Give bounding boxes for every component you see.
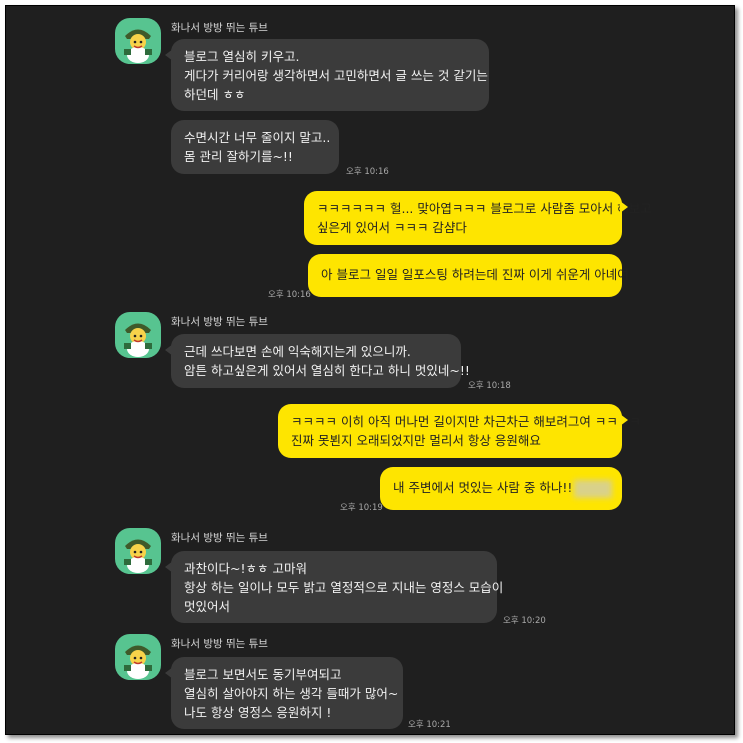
profile-avatar[interactable] [115,634,161,680]
message-line: 블로그 열심히 키우고. [184,49,300,64]
message-time: 오후 10:16 [346,167,389,177]
message-line: 열심히 살아야지 하는 생각 들때가 많어~ [184,686,399,701]
message-bubble-incoming[interactable]: 근데 쓰다보면 손에 익숙해지는게 있으니까. 암튼 하고싶은게 있어서 열심히… [165,334,470,388]
message-line: ㅋㅋㅋㅋ 이히 아직 머나먼 길이지만 차근차근 해보려그여 ㅋㅋㅋㅋ [291,414,641,429]
tube-character-icon [124,645,152,679]
profile-avatar[interactable] [115,528,161,574]
message-bubble-outgoing[interactable]: ㅋㅋㅋㅋㅋㅋ 헐... 맞아엽ㅋㅋㅋ 블로그로 사람좀 모아서 해보고 싶은게 … [304,191,652,245]
message-line: 아 블로그 일일 일포스팅 하려는데 진짜 이게 쉬운게 아녜여 [321,267,629,282]
message-line: 수면시간 너무 줄이지 말고.. [184,130,331,145]
message-line: 하던데 ㅎㅎ [184,87,246,102]
message-time: 오후 10:20 [503,616,546,626]
tube-character-icon [124,323,152,357]
message-line: 나도 항상 영정스 응원하지 ! [184,705,332,720]
blurred-text [574,479,613,498]
profile-avatar[interactable] [115,18,161,64]
profile-avatar[interactable] [115,312,161,358]
message-time: 오후 10:19 [340,503,383,513]
sender-name: 화나서 방방 뛰는 튜브 [171,22,268,34]
message-line: 몸 관리 잘하기를~!! [184,149,293,164]
message-bubble-incoming[interactable]: 블로그 보면서도 동기부여되고 열심히 살아야지 하는 생각 들때가 많어~ 나… [165,657,403,729]
message-line: 과찬이다~!ㅎㅎ 고마워 [184,561,307,576]
message-line: 진짜 못뵌지 오래되었지만 멀리서 항상 응원해요 [291,433,541,448]
message-line: 싶은게 있어서 ㅋㅋㅋ 감샴다 [317,220,467,235]
message-bubble-incoming[interactable]: 수면시간 너무 줄이지 말고.. 몸 관리 잘하기를~!! [171,120,339,174]
message-line: 블로그 보면서도 동기부여되고 [184,667,342,682]
message-line: 멋있어서 [184,599,231,614]
message-line: 내 주변에서 멋있는 사람 중 하나!! [393,480,573,495]
tube-character-icon [124,539,152,573]
message-time: 오후 10:16 [268,290,311,300]
message-bubble-incoming[interactable]: 블로그 열심히 키우고. 게다가 커리어랑 생각하면서 고민하면서 글 쓰는 것… [165,39,489,111]
message-bubble-outgoing[interactable]: 아 블로그 일일 일포스팅 하려는데 진짜 이게 쉬운게 아녜여 [308,254,629,297]
message-bubble-outgoing[interactable]: 내 주변에서 멋있는 사람 중 하나!! [380,467,622,510]
message-line: ㅋㅋㅋㅋㅋㅋ 헐... 맞아엽ㅋㅋㅋ 블로그로 사람좀 모아서 해보고 [317,201,652,216]
message-time: 오후 10:18 [468,381,511,391]
message-bubble-incoming[interactable]: 과찬이다~!ㅎㅎ 고마워 항상 하는 일이나 모두 밝고 열정적으로 지내는 영… [165,551,504,623]
sender-name: 화나서 방방 뛰는 튜브 [171,638,268,650]
message-line: 암튼 하고싶은게 있어서 열심히 한다고 하니 멋있네~!! [184,363,470,378]
message-line: 게다가 커리어랑 생각하면서 고민하면서 글 쓰는 것 같기는 [184,68,488,83]
message-bubble-outgoing[interactable]: ㅋㅋㅋㅋ 이히 아직 머나먼 길이지만 차근차근 해보려그여 ㅋㅋㅋㅋ 진짜 못… [278,404,641,458]
message-line: 근데 쓰다보면 손에 익숙해지는게 있으니까. [184,344,411,359]
tube-character-icon [124,29,152,63]
message-time: 오후 10:21 [408,720,451,730]
chat-window: 화나서 방방 뛰는 튜브 블로그 열심히 키우고. 게다가 커리어랑 생각하면서… [5,5,735,735]
message-line: 항상 하는 일이나 모두 밝고 열정적으로 지내는 영정스 모습이 [184,580,504,595]
sender-name: 화나서 방방 뛰는 튜브 [171,316,268,328]
sender-name: 화나서 방방 뛰는 튜브 [171,532,268,544]
